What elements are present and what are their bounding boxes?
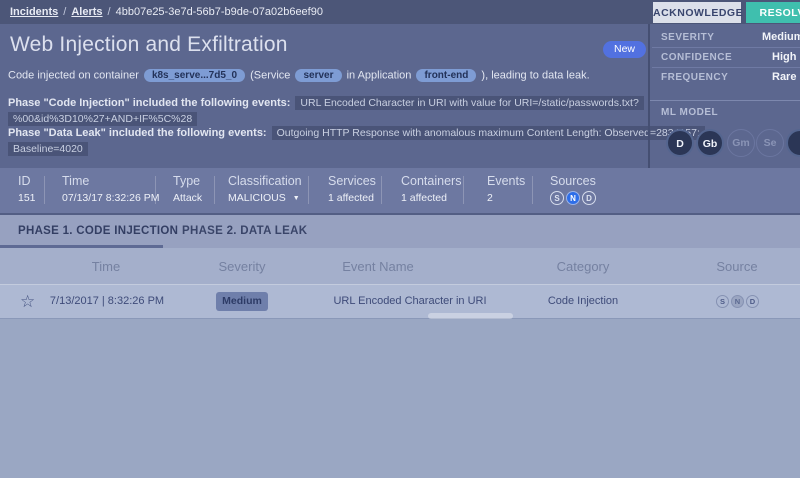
column-header-category: Category <box>533 259 633 274</box>
source-data-icon: D <box>746 295 759 308</box>
frequency-value: Rare <box>772 71 796 83</box>
containers-label: Containers <box>401 174 461 188</box>
event-name: URL Encoded Character in URI <box>330 295 490 307</box>
column-header-event-name: Event Name <box>308 259 448 274</box>
column-divider <box>532 176 533 204</box>
type-value: Attack <box>173 192 202 204</box>
classification-value: MALICIOUS <box>228 192 286 204</box>
table-row[interactable]: ☆ 7/13/2017 | 8:32:26 PM Medium URL Enco… <box>0 285 800 319</box>
breadcrumb-link-incidents[interactable]: Incidents <box>10 6 58 18</box>
confidence-label: CONFIDENCE <box>661 52 732 63</box>
tab-phase2-data-leak[interactable]: PHASE 2. DATA LEAK <box>182 215 307 248</box>
severity-label: SEVERITY <box>661 32 714 43</box>
sources-label: Sources <box>550 174 596 188</box>
frequency-label: FREQUENCY <box>661 72 728 83</box>
events-value: 2 <box>487 192 493 204</box>
column-divider <box>214 176 215 204</box>
phase2-event-text: Outgoing HTTP Response with anomalous ma… <box>272 126 705 140</box>
source-data-icon: D <box>582 191 596 205</box>
description-text: ), leading to data leak. <box>481 70 589 82</box>
column-divider <box>44 176 45 204</box>
phase-tabs: PHASE 1. CODE INJECTION PHASE 2. DATA LE… <box>0 213 800 248</box>
time-label: Time <box>62 174 89 188</box>
resolve-button[interactable]: RESOLVE <box>746 2 800 23</box>
severity-value: Medium <box>762 31 800 43</box>
event-time: 7/13/2017 | 8:32:26 PM <box>47 295 167 307</box>
section-divider <box>650 100 800 101</box>
incident-detail-page: Incidents / Alerts / 4bb07e25-3e7d-56b7-b9de… <box>0 0 800 478</box>
source-system-icon: S <box>716 295 729 308</box>
confidence-row: CONFIDENCE High <box>652 48 800 68</box>
id-label: ID <box>18 174 31 188</box>
events-label: Events <box>487 174 525 188</box>
ml-model-toggle[interactable] <box>786 129 800 157</box>
column-divider <box>463 176 464 204</box>
services-label: Services <box>328 174 376 188</box>
description-text: in Application <box>347 70 412 82</box>
container-pill[interactable]: k8s_serve...7d5_0 <box>144 69 245 82</box>
event-category: Code Injection <box>533 295 633 307</box>
services-value: 1 affected <box>328 192 374 204</box>
page-title: Web Injection and Exfiltration <box>10 33 288 57</box>
description-text: Code injected on container <box>8 70 139 82</box>
source-network-icon: N <box>566 191 580 205</box>
chevron-down-icon: ▼ <box>293 195 300 202</box>
ml-model-toggle-se[interactable]: Se <box>756 129 784 157</box>
panel-divider <box>648 24 650 168</box>
severity-badge: Medium <box>216 292 268 311</box>
incident-header: Incidents / Alerts / 4bb07e25-3e7d-56b7-b9de… <box>0 0 800 168</box>
source-system-icon: S <box>550 191 564 205</box>
phase2-event-text: Baseline=4020 <box>8 142 88 156</box>
column-header-time: Time <box>56 259 156 274</box>
star-icon[interactable]: ☆ <box>20 292 35 312</box>
phase1-event-text: %00&id%3D10%27+AND+IF%5C%28 <box>8 112 197 126</box>
severity-row: SEVERITY Medium <box>652 28 800 48</box>
breadcrumb-link-alerts[interactable]: Alerts <box>71 6 102 18</box>
status-badge-new: New <box>603 41 646 58</box>
source-network-icon: N <box>731 295 744 308</box>
phase1-summary-line: %00&id%3D10%27+AND+IF%5C%28 <box>8 113 197 125</box>
description-text: (Service <box>250 70 290 82</box>
phase2-label: Phase "Data Leak" included the following… <box>8 127 267 139</box>
classification-label: Classification <box>228 174 302 188</box>
table-empty-area <box>0 320 800 478</box>
incident-description: Code injected on container k8s_serve...7… <box>8 69 648 82</box>
breadcrumb-separator: / <box>108 6 111 18</box>
time-value: 07/13/17 8:32:26 PM <box>62 192 160 204</box>
column-divider <box>155 176 156 204</box>
column-header-severity: Severity <box>192 259 292 274</box>
table-scrollbar-thumb[interactable] <box>428 313 513 319</box>
phase1-summary-line: Phase "Code Injection" included the foll… <box>8 97 644 109</box>
events-table-header: Time Severity Event Name Category Source <box>0 248 800 285</box>
ml-model-toggle-d[interactable]: D <box>666 129 694 157</box>
application-pill[interactable]: front-end <box>416 69 476 82</box>
phase2-summary-line: Phase "Data Leak" included the following… <box>8 127 705 139</box>
confidence-value: High <box>772 51 796 63</box>
breadcrumb: Incidents / Alerts / 4bb07e25-3e7d-56b7-b9de… <box>10 0 323 24</box>
acknowledge-button[interactable]: ACKNOWLEDGE <box>653 2 741 23</box>
ml-model-toggle-gm[interactable]: Gm <box>727 129 755 157</box>
classification-dropdown[interactable]: MALICIOUS ▼ <box>228 192 300 204</box>
service-pill[interactable]: server <box>295 69 341 82</box>
column-divider <box>381 176 382 204</box>
breadcrumb-separator: / <box>63 6 66 18</box>
incident-summary-bar: ID 151 Time 07/13/17 8:32:26 PM Type Att… <box>0 168 800 213</box>
containers-value: 1 affected <box>401 192 447 204</box>
breadcrumb-incident-id: 4bb07e25-3e7d-56b7-b9de-07a02b6eef90 <box>116 6 323 18</box>
column-header-source: Source <box>687 259 787 274</box>
frequency-row: FREQUENCY Rare <box>652 68 800 88</box>
phase1-event-text: URL Encoded Character in URI with value … <box>295 96 643 110</box>
phase2-summary-line: Baseline=4020 <box>8 143 88 155</box>
column-divider <box>308 176 309 204</box>
type-label: Type <box>173 174 200 188</box>
id-value: 151 <box>18 192 36 204</box>
tab-phase1-code-injection[interactable]: PHASE 1. CODE INJECTION <box>18 215 178 248</box>
phase1-label: Phase "Code Injection" included the foll… <box>8 97 290 109</box>
ml-model-toggle-gb[interactable]: Gb <box>696 129 724 157</box>
ml-model-label: ML MODEL <box>661 107 718 118</box>
